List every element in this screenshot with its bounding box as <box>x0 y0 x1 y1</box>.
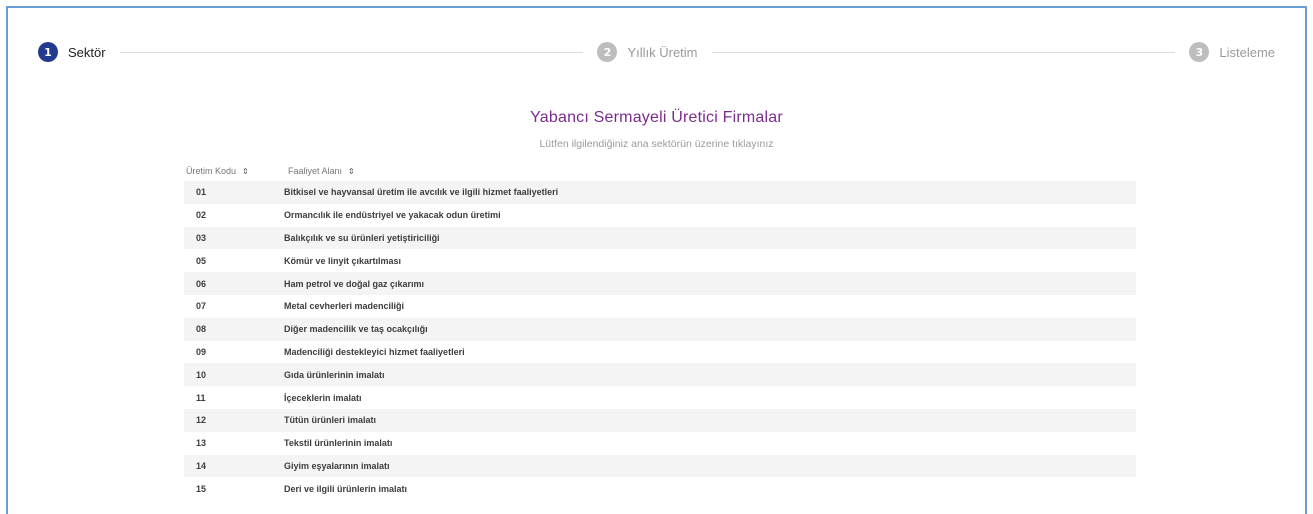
column-header-desc[interactable]: Faaliyet Alanı ⇕ <box>286 166 355 176</box>
table-row[interactable]: 14 Giyim eşyalarının imalatı <box>184 454 1136 478</box>
row-desc: Madenciliği destekleyici hizmet faaliyet… <box>284 346 465 357</box>
row-desc: Bitkisel ve hayvansal üretim ile avcılık… <box>284 187 559 198</box>
step-label-sektor: Sektör <box>68 44 106 60</box>
row-desc: Deri ve ilgili ürünlerin imalatı <box>284 483 408 494</box>
table-row[interactable]: 11 İçeceklerin imalatı <box>184 386 1136 409</box>
step-number-3: 3 <box>1189 42 1210 62</box>
row-code: 06 <box>196 278 207 289</box>
row-desc: Metal cevherleri madenciliği <box>284 301 405 312</box>
row-code: 10 <box>196 369 207 380</box>
step-yillik-uretim[interactable]: 2 Yıllık Üretim <box>597 42 698 62</box>
row-code: 01 <box>196 187 207 198</box>
row-code: 13 <box>196 438 207 449</box>
row-code: 11 <box>196 392 206 403</box>
column-header-code-label: Üretim Kodu <box>186 166 237 176</box>
page-title: Yabancı Sermayeli Üretici Firmalar <box>530 109 783 126</box>
table-row[interactable]: 07 Metal cevherleri madenciliği <box>184 295 1136 318</box>
stepper: 1 Sektör 2 Yıllık Üretim 3 Listeleme <box>38 40 1275 64</box>
table-row[interactable]: 02 Ormancılık ile endüstriyel ve yakacak … <box>184 204 1136 227</box>
row-desc: Tekstil ürünlerinin imalatı <box>284 438 393 449</box>
row-desc: Ormancılık ile endüstriyel ve yakacak od… <box>284 210 501 221</box>
main-panel: 1 Sektör 2 Yıllık Üretim 3 Listeleme Yab… <box>6 6 1307 514</box>
step-number-1: 1 <box>38 42 58 62</box>
table-row[interactable]: 03 Balıkçılık ve su ürünleri yetiştiricil… <box>184 226 1136 250</box>
step-connector <box>711 51 1176 53</box>
row-code: 02 <box>196 210 207 221</box>
table-row[interactable]: 10 Gıda ürünlerinin imalatı <box>184 363 1136 387</box>
step-listeleme[interactable]: 3 Listeleme <box>1189 42 1275 62</box>
row-code: 12 <box>196 415 207 426</box>
row-code: 05 <box>196 255 207 266</box>
row-desc: Giyim eşyalarının imalatı <box>284 460 390 471</box>
row-code: 07 <box>196 301 207 312</box>
step-label-listeleme: Listeleme <box>1219 44 1275 60</box>
row-desc: Balıkçılık ve su ürünleri yetiştiriciliğ… <box>284 232 440 243</box>
table-row[interactable]: 06 Ham petrol ve doğal gaz çıkarımı <box>184 272 1136 295</box>
row-desc: Kömür ve linyit çıkartılması <box>284 255 402 266</box>
table-row[interactable]: 01 Bitkisel ve hayvansal üretim ile avcıl… <box>184 181 1136 204</box>
step-label-yillik-uretim: Yıllık Üretim <box>627 44 698 60</box>
sort-icon[interactable]: ⇕ <box>348 167 355 176</box>
row-desc: Tütün ürünleri imalatı <box>284 415 377 426</box>
row-code: 09 <box>196 346 207 357</box>
table-row[interactable]: 12 Tütün ürünleri imalatı <box>184 408 1136 432</box>
table-row[interactable]: 05 Kömür ve linyit çıkartılması <box>184 249 1136 272</box>
row-desc: Diğer madencilik ve taş ocakçılığı <box>284 324 428 335</box>
step-sektor[interactable]: 1 Sektör <box>38 42 106 62</box>
row-desc: İçeceklerin imalatı <box>284 392 362 403</box>
row-desc: Ham petrol ve doğal gaz çıkarımı <box>284 278 425 289</box>
row-code: 14 <box>196 460 207 471</box>
sector-table: Üretim Kodu ⇕ Faaliyet Alanı ⇕ 01 Bitkisel … <box>184 161 1136 500</box>
row-code: 08 <box>196 324 207 335</box>
table-row[interactable]: 13 Tekstil ürünlerinin imalatı <box>184 432 1136 455</box>
step-number-2: 2 <box>597 42 618 62</box>
column-header-desc-label: Faaliyet Alanı <box>288 166 343 176</box>
table-row[interactable]: 08 Diğer madencilik ve taş ocakçılığı <box>184 317 1136 341</box>
table-header: Üretim Kodu ⇕ Faaliyet Alanı ⇕ <box>184 161 1136 181</box>
row-code: 15 <box>196 483 207 494</box>
page-subtitle: Lütfen ilgilendiğiniz ana sektörün üzeri… <box>539 138 774 150</box>
table-row[interactable]: 15 Deri ve ilgili ürünlerin imalatı <box>184 477 1136 500</box>
column-header-code[interactable]: Üretim Kodu ⇕ <box>184 166 286 176</box>
table-body: 01 Bitkisel ve hayvansal üretim ile avcıl… <box>184 181 1136 500</box>
row-code: 03 <box>196 232 207 243</box>
row-desc: Gıda ürünlerinin imalatı <box>284 369 385 380</box>
sort-icon[interactable]: ⇕ <box>242 167 249 176</box>
table-row[interactable]: 09 Madenciliği destekleyici hizmet faaliy… <box>184 341 1136 364</box>
step-connector <box>119 51 584 53</box>
